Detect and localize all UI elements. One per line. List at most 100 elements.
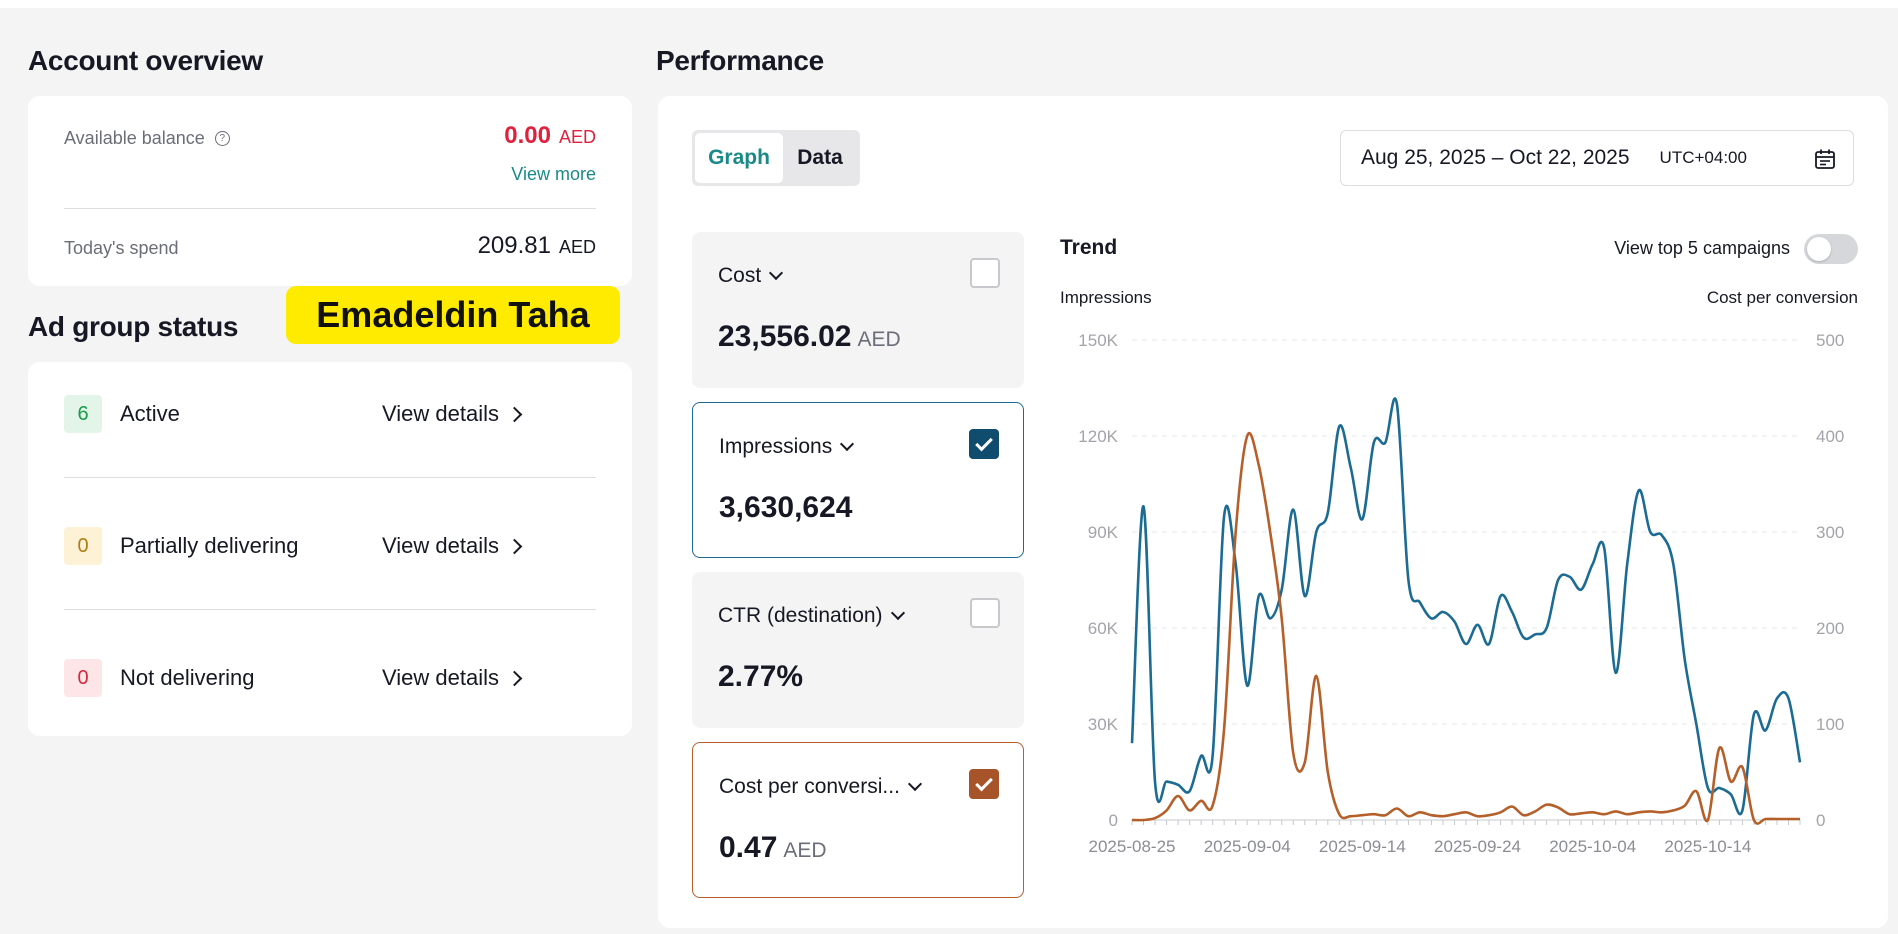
- metric-value-text: 23,556.02: [718, 320, 852, 353]
- status-row-partially-delivering: 0 Partially delivering View details: [64, 526, 588, 566]
- y-tick-label: 60K: [1088, 619, 1119, 638]
- status-count-badge: 6: [64, 395, 102, 433]
- metric-card-ctr[interactable]: CTR (destination) 2.77%: [692, 572, 1024, 728]
- metric-checkbox[interactable]: [970, 598, 1000, 628]
- y-tick-label: 120K: [1078, 427, 1118, 446]
- view-details-label: View details: [382, 401, 499, 426]
- available-balance-row: Available balance ?: [64, 128, 230, 149]
- account-overview-card: Available balance ? 0.00 AED View more T…: [28, 96, 632, 286]
- y-tick-label: 30K: [1088, 715, 1119, 734]
- view-details-button[interactable]: View details: [382, 533, 524, 559]
- y2-tick-label: 0: [1816, 811, 1825, 830]
- help-icon[interactable]: ?: [214, 131, 230, 146]
- metric-unit: AED: [857, 328, 901, 351]
- metric-name: CTR (destination): [718, 604, 905, 628]
- performance-title: Performance: [656, 45, 824, 76]
- todays-spend-currency: AED: [558, 237, 596, 257]
- metric-name-text: CTR (destination): [718, 604, 883, 627]
- x-tick-label: 2025-10-04: [1549, 837, 1636, 856]
- available-balance-currency: AED: [558, 127, 596, 147]
- metric-name-text: Cost: [718, 264, 762, 287]
- metric-card-cost-per-conversion[interactable]: Cost per conversi... 0.47 AED: [692, 742, 1024, 898]
- tab-graph[interactable]: Graph: [695, 133, 783, 183]
- metric-name-text: Impressions: [719, 435, 833, 458]
- metric-name: Cost per conversi...: [719, 775, 922, 799]
- account-overview-title: Account overview: [28, 45, 263, 76]
- checkmark-icon: [975, 773, 993, 791]
- y2-tick-label: 400: [1816, 427, 1844, 446]
- divider: [64, 208, 596, 209]
- status-label: Partially delivering: [120, 533, 299, 558]
- status-row-active: 6 Active View details: [64, 394, 588, 434]
- metric-card-impressions[interactable]: Impressions 3,630,624: [692, 402, 1024, 558]
- todays-spend-label: Today's spend: [64, 238, 179, 258]
- view-details-button[interactable]: View details: [382, 401, 524, 427]
- view-tabs: Graph Data: [692, 130, 860, 186]
- metric-checkbox[interactable]: [969, 769, 999, 799]
- ad-group-status-title: Ad group status: [28, 311, 239, 342]
- status-count-badge: 0: [64, 527, 102, 565]
- view-details-button[interactable]: View details: [382, 665, 524, 691]
- metric-name: Impressions: [719, 435, 855, 459]
- metric-value: 3,630,624: [719, 491, 852, 525]
- chevron-right-icon: [506, 538, 523, 554]
- x-tick-label: 2025-08-25: [1089, 837, 1176, 856]
- status-row-not-delivering: 0 Not delivering View details: [64, 658, 588, 698]
- y-tick-label: 150K: [1078, 331, 1118, 350]
- metric-checkbox[interactable]: [969, 429, 999, 459]
- performance-card: Graph Data Aug 25, 2025 – Oct 22, 2025 U…: [658, 96, 1888, 928]
- trend-title: Trend: [1060, 236, 1118, 259]
- x-tick-label: 2025-10-14: [1664, 837, 1751, 856]
- tab-data[interactable]: Data: [783, 133, 857, 183]
- ad-group-status-card: 6 Active View details 0 Partially delive…: [28, 362, 632, 736]
- status-label: Active: [120, 401, 180, 426]
- metric-value-text: 2.77%: [718, 660, 804, 693]
- status-label: Not delivering: [120, 665, 255, 690]
- view-more-link[interactable]: View more: [511, 164, 596, 185]
- divider: [64, 477, 596, 478]
- x-tick-label: 2025-09-04: [1204, 837, 1291, 856]
- metric-value: 0.47 AED: [719, 831, 827, 865]
- todays-spend-value: 209.81: [477, 232, 551, 259]
- chevron-down-icon: [890, 605, 905, 621]
- divider: [64, 609, 596, 610]
- view-details-label: View details: [382, 533, 499, 558]
- metric-value: 2.77%: [718, 660, 803, 694]
- y2-tick-label: 500: [1816, 331, 1844, 350]
- date-range-picker[interactable]: Aug 25, 2025 – Oct 22, 2025 UTC+04:00: [1340, 130, 1854, 186]
- chevron-down-icon: [907, 776, 922, 792]
- metric-card-cost[interactable]: Cost 23,556.02 AED: [692, 232, 1024, 388]
- trend-chart: 0 30K 60K 90K 120K 150K 0 100 200 300 400 500 2025-0…: [1078, 331, 1844, 856]
- date-range-text: Aug 25, 2025 – Oct 22, 2025: [1361, 146, 1630, 169]
- available-balance-value: 0.00: [504, 122, 551, 149]
- y2-tick-label: 100: [1816, 715, 1844, 734]
- checkmark-icon: [975, 433, 993, 451]
- metric-unit: AED: [783, 839, 827, 862]
- chevron-down-icon: [769, 265, 784, 281]
- top-campaigns-toggle[interactable]: [1804, 234, 1858, 264]
- metric-value-text: 3,630,624: [719, 491, 853, 524]
- toggle-knob: [1807, 237, 1831, 261]
- y2-tick-label: 300: [1816, 523, 1844, 542]
- y2-tick-label: 200: [1816, 619, 1844, 638]
- right-axis-title: Cost per conversion: [1706, 288, 1858, 307]
- metric-name-text: Cost per conversi...: [719, 775, 900, 798]
- top-campaigns-label: View top 5 campaigns: [1614, 238, 1790, 258]
- watermark-label: Emadeldin Taha: [286, 286, 620, 344]
- chevron-down-icon: [840, 436, 855, 452]
- status-count-badge: 0: [64, 659, 102, 697]
- chevron-right-icon: [506, 406, 523, 422]
- y-tick-label: 90K: [1088, 523, 1119, 542]
- calendar-icon: [1815, 149, 1835, 169]
- metric-name: Cost: [718, 264, 784, 288]
- x-tick-label: 2025-09-24: [1434, 837, 1521, 856]
- view-details-label: View details: [382, 665, 499, 690]
- timezone-text: UTC+04:00: [1659, 148, 1747, 167]
- metric-checkbox[interactable]: [970, 258, 1000, 288]
- metric-value: 23,556.02 AED: [718, 320, 901, 354]
- chevron-right-icon: [506, 670, 523, 686]
- x-tick-label: 2025-09-14: [1319, 837, 1406, 856]
- left-axis-title: Impressions: [1060, 288, 1152, 307]
- metric-value-text: 0.47: [719, 831, 778, 864]
- available-balance-label: Available balance: [64, 128, 205, 148]
